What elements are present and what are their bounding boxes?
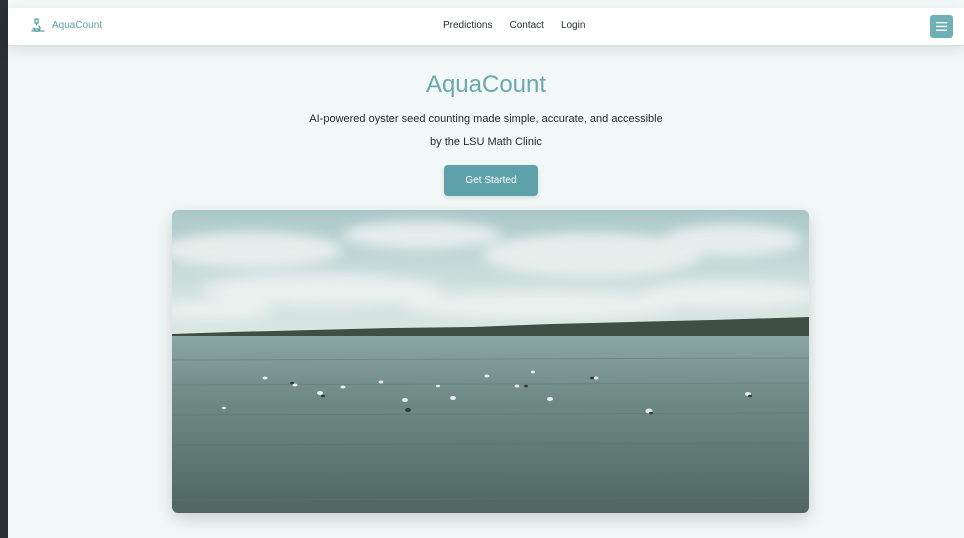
hero-tagline-line1: AI-powered oyster seed counting made sim… xyxy=(309,113,663,125)
nav-link-predictions[interactable]: Predictions xyxy=(443,20,492,31)
hero-tagline-line2: by the LSU Math Clinic xyxy=(430,136,542,148)
top-strip xyxy=(8,0,964,8)
hero-title: AquaCount xyxy=(425,71,547,98)
hamburger-menu-icon xyxy=(936,18,947,36)
get-started-button[interactable]: Get Started xyxy=(444,165,538,196)
window-edge xyxy=(0,0,8,538)
nav-link-login[interactable]: Login xyxy=(561,20,585,31)
nav-links: Predictions Contact Login xyxy=(443,20,585,31)
menu-button[interactable] xyxy=(930,15,953,38)
navbar: AquaCount Predictions Contact Login xyxy=(8,8,964,46)
nav-link-contact[interactable]: Contact xyxy=(509,20,543,31)
brand-link[interactable]: AquaCount xyxy=(30,17,102,33)
hero-image-water-with-buoys xyxy=(172,210,809,513)
brand-name: AquaCount xyxy=(52,19,103,31)
microscope-icon xyxy=(30,17,46,33)
